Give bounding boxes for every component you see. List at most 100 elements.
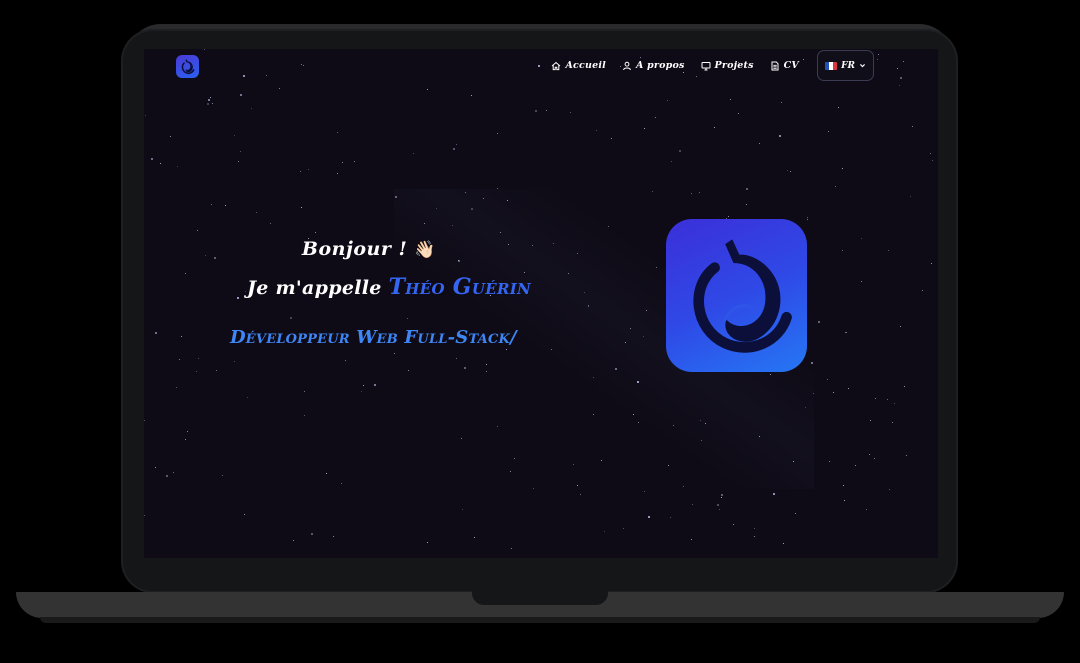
star [827,379,828,380]
star [197,230,198,231]
star [719,509,720,510]
star [210,97,211,98]
star [311,533,313,535]
star [656,267,657,268]
star [354,161,355,162]
main-nav: Accueil A propos Projets CV FR [535,50,874,81]
star [638,422,639,423]
star [506,349,507,350]
star [795,513,796,514]
star [546,110,547,111]
star [746,188,748,190]
star [922,290,923,291]
nav-item-label: CV [783,60,799,71]
star [848,388,849,389]
star [301,207,302,208]
star [577,485,578,486]
star [363,385,364,386]
home-icon [552,61,561,70]
star [691,539,692,540]
star [670,517,671,518]
star [838,107,839,108]
star [166,475,168,477]
nav-item-label: A propos [635,60,685,71]
star [500,232,501,233]
language-selector[interactable]: FR [817,50,874,81]
star [483,198,484,199]
star [461,438,462,439]
star [813,393,814,394]
star [807,219,808,220]
star [300,171,301,172]
star [783,543,784,544]
star [155,467,156,468]
star [361,391,362,392]
star [671,161,672,162]
nav-logo[interactable] [176,55,199,78]
cat-logo-icon [181,59,195,75]
star [452,225,453,226]
star [456,358,457,359]
star [436,208,437,209]
star [580,494,581,495]
star [173,472,174,473]
star [394,353,395,354]
star [474,537,475,538]
star [842,250,843,251]
hero-logo [666,219,807,372]
star [818,321,820,323]
star [759,143,760,144]
star [738,113,739,114]
star [413,153,414,154]
nav-item-a-propos[interactable]: A propos [622,60,685,71]
star [717,504,719,506]
star [932,160,933,161]
star [779,135,781,137]
nav-item-accueil[interactable]: Accueil [551,60,606,71]
greeting-text: Bonjour ! [301,238,408,260]
star [866,509,867,510]
star [931,263,932,264]
nav-item-projets[interactable]: Projets [701,60,754,71]
star [181,336,182,337]
star [623,528,624,529]
star [187,431,188,432]
star [551,349,552,350]
wave-emoji: 👋🏻 [414,240,437,260]
star [234,361,235,362]
star [861,281,862,282]
star [424,223,425,224]
nav-item-cv[interactable]: CV [770,60,799,71]
star [648,516,650,518]
star [471,95,472,96]
star [144,420,145,421]
star [845,332,846,333]
star [204,49,205,50]
starfield [144,49,938,558]
star [212,103,213,104]
star [633,414,634,415]
star [145,115,146,116]
star [458,260,459,261]
star [770,374,771,375]
star [535,110,537,112]
star [155,332,157,334]
star [754,528,755,529]
star [342,162,343,163]
star [593,377,594,378]
star [160,163,161,164]
star [870,420,871,421]
star [497,426,498,427]
star [844,500,845,501]
star [601,460,602,461]
document-icon [771,61,779,70]
star [877,59,878,60]
star [705,423,706,424]
star [345,360,346,361]
hero-name: Théo Guérin [388,274,532,300]
star [303,65,304,66]
monitor-icon [701,61,711,70]
star [608,226,609,227]
star [878,54,879,55]
star [315,232,316,233]
